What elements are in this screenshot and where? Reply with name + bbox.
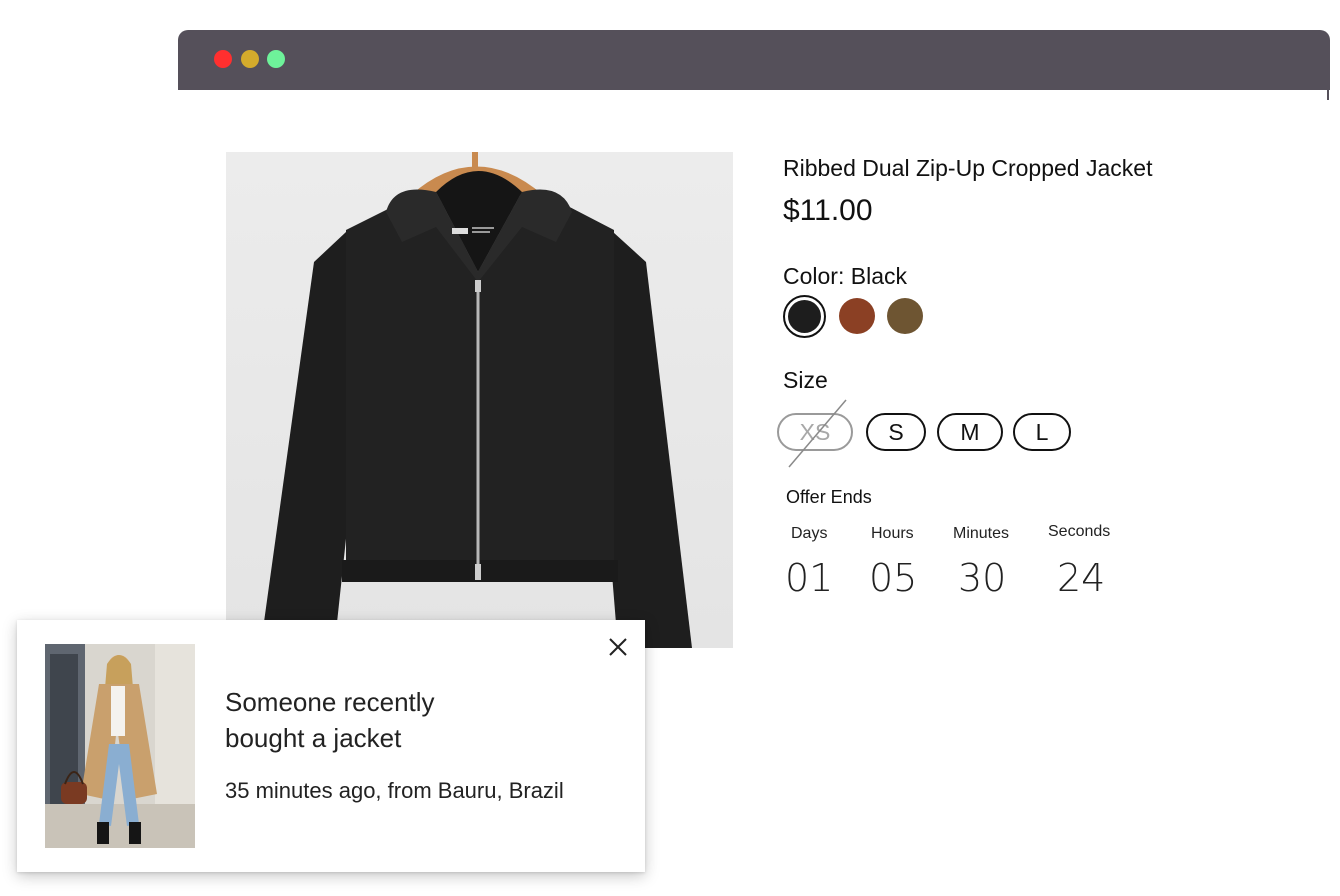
notification-thumbnail: [45, 644, 195, 848]
countdown-days-label: Days: [791, 525, 828, 542]
countdown-minutes-value: 30: [958, 556, 1007, 600]
product-image: [226, 152, 733, 648]
woman-in-coat-image: [45, 644, 195, 848]
countdown-hours-value: 05: [869, 556, 918, 600]
color-label: Color: Black: [783, 263, 907, 289]
size-l-button[interactable]: L: [1013, 413, 1071, 451]
offer-ends-label: Offer Ends: [786, 487, 872, 507]
notification-subtitle: 35 minutes ago, from Bauru, Brazil: [225, 778, 564, 803]
countdown-seconds-value: 24: [1057, 556, 1106, 600]
window-edge: [1327, 88, 1329, 100]
swatch-olive[interactable]: [887, 298, 923, 334]
countdown-seconds-label: Seconds: [1048, 523, 1111, 540]
countdown-hours-label: Hours: [871, 525, 914, 542]
countdown-days-value: 01: [785, 556, 834, 600]
window-close-dot[interactable]: [214, 50, 232, 68]
swatch-black[interactable]: [783, 295, 826, 338]
purchase-notification: Someone recently bought a jacket 35 minu…: [17, 620, 645, 872]
window-title-bar: [178, 30, 1330, 90]
jacket-illustration: [264, 152, 692, 648]
swatch-brown[interactable]: [839, 298, 875, 334]
product-price: $11.00: [783, 194, 873, 227]
countdown-minutes-label: Minutes: [953, 525, 1010, 542]
window-maximize-dot[interactable]: [267, 50, 285, 68]
unavailable-strike-icon: [788, 399, 847, 468]
notification-title: Someone recently bought a jacket: [225, 687, 435, 753]
product-title: Ribbed Dual Zip-Up Cropped Jacket: [783, 155, 1153, 181]
size-label: Size: [783, 367, 828, 393]
size-m-button[interactable]: M: [937, 413, 1003, 451]
close-icon[interactable]: [607, 636, 629, 658]
window-minimize-dot[interactable]: [241, 50, 259, 68]
size-s-button[interactable]: S: [866, 413, 926, 451]
